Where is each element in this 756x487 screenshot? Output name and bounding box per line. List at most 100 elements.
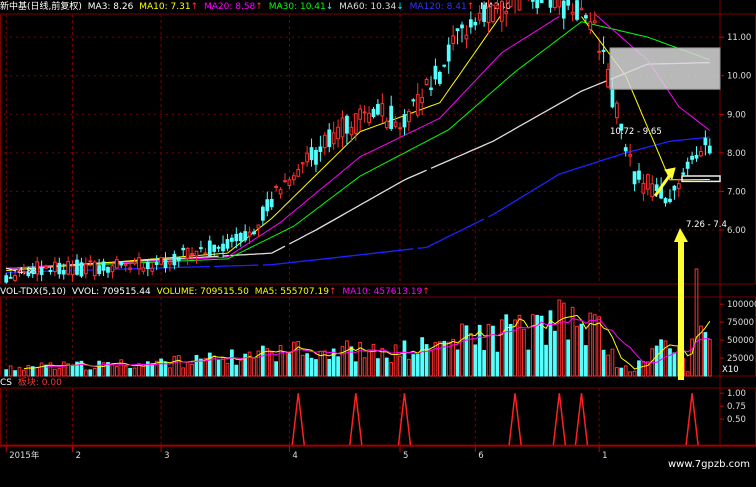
- candle: [70, 260, 75, 282]
- volume-bar: [265, 348, 270, 377]
- candle: [181, 244, 186, 257]
- candle: [265, 191, 270, 217]
- candle: [123, 263, 128, 272]
- volume-bar: [694, 268, 699, 377]
- candle: [514, 0, 516, 14]
- volume-bar: [659, 339, 663, 377]
- candle: [163, 252, 168, 273]
- volume-bar: [221, 357, 225, 377]
- volume-bar: [637, 360, 641, 377]
- volume-bar: [495, 351, 500, 377]
- watermark: www.7gpzb.com: [668, 459, 750, 470]
- candle: [287, 177, 292, 190]
- volume-bar: [39, 362, 44, 377]
- volume-bar: [83, 369, 88, 377]
- volume-bar: [557, 299, 562, 377]
- candle: [367, 106, 371, 126]
- volume-bar: [172, 355, 177, 377]
- volume-bar: [4, 369, 9, 377]
- x-tick-label: 2015年: [9, 450, 40, 461]
- volume-bar: [309, 357, 314, 377]
- candle: [420, 88, 425, 116]
- candle: [398, 122, 402, 138]
- volume-bar: [526, 349, 531, 377]
- volume-bar: [566, 339, 571, 377]
- volume-bar: [353, 361, 358, 377]
- candle: [336, 119, 340, 148]
- candle: [592, 11, 597, 25]
- candle: [57, 257, 62, 279]
- candle: [663, 196, 668, 207]
- candle: [172, 250, 177, 270]
- volume-bar: [561, 302, 566, 377]
- candle: [491, 4, 495, 24]
- cs-tick-label: 0.50: [727, 415, 746, 425]
- volume-bar: [331, 348, 336, 377]
- volume-bars: [4, 268, 712, 377]
- volume-bar: [522, 328, 526, 377]
- volume-bar: [668, 348, 672, 377]
- candle: [694, 146, 699, 162]
- volume-bar: [411, 354, 416, 377]
- x-tick-label: 4: [292, 451, 297, 461]
- candle: [645, 173, 650, 196]
- volume-bar: [517, 314, 522, 377]
- candle: [309, 138, 314, 167]
- volume-bar: [234, 364, 239, 377]
- cs-spike: [508, 393, 522, 446]
- volume-bar: [252, 357, 256, 377]
- volume-bar: [35, 367, 40, 377]
- volume-tick-label: 50000: [727, 336, 754, 346]
- candle: [114, 255, 119, 269]
- price-overlay: 10.72 - 9.65 7.26 - 7.4 4.83: [5, 47, 727, 277]
- candle: [274, 184, 279, 192]
- candle: [291, 172, 296, 186]
- candle: [221, 235, 225, 258]
- price-tick-label: 9.00: [727, 110, 746, 120]
- volume-bar: [362, 357, 367, 377]
- volume-bar: [407, 358, 411, 377]
- volume-bar: [544, 344, 548, 377]
- volume-bar: [455, 349, 460, 377]
- low-price-label: 4.83: [18, 267, 37, 277]
- volume-bar: [336, 356, 340, 377]
- volume-bar: [632, 370, 637, 377]
- volume-bar: [61, 361, 66, 377]
- x-tick-label: 1: [602, 451, 607, 461]
- candle: [486, 0, 491, 34]
- candle: [614, 100, 619, 125]
- volume-bar: [13, 370, 17, 377]
- candle: [110, 262, 115, 279]
- volume-bar: [163, 361, 168, 377]
- candle: [132, 257, 137, 266]
- candle: [415, 83, 420, 118]
- volume-bar: [610, 348, 615, 377]
- candle: [553, 0, 557, 11]
- ma30-line: [6, 21, 710, 270]
- candle: [376, 99, 380, 116]
- ma60-line: [6, 61, 710, 270]
- ma120-line: [6, 136, 710, 274]
- volume-bar: [176, 355, 181, 377]
- volume-bar: [367, 349, 371, 377]
- volume-bar: [482, 350, 486, 377]
- candle: [548, 0, 553, 13]
- volume-bar: [123, 365, 128, 377]
- candle: [83, 257, 88, 279]
- candle: [460, 21, 464, 43]
- candle: [407, 108, 411, 132]
- volume-bar: [194, 354, 199, 377]
- volume-tick-label: 100000: [727, 300, 756, 310]
- volume-bar: [8, 365, 13, 377]
- volume-bar: [260, 345, 265, 377]
- volume-bar: [185, 361, 190, 377]
- candle: [252, 228, 256, 236]
- volume-bar: [641, 361, 646, 377]
- candle: [216, 245, 221, 253]
- candle: [97, 258, 102, 277]
- price-tick-label: 10.00: [727, 72, 751, 82]
- volume-bar: [464, 325, 469, 377]
- candle: [468, 11, 473, 34]
- volume-bar: [420, 337, 425, 377]
- candle: [39, 260, 44, 282]
